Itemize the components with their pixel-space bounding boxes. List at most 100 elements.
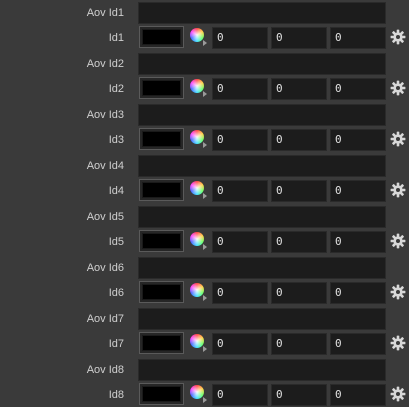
aov-row: Aov Id5 <box>0 205 409 229</box>
aov-label: Aov Id6 <box>86 262 124 274</box>
id-value-b-field[interactable]: 0 <box>330 282 386 304</box>
id-value-b-field[interactable]: 0 <box>330 78 386 100</box>
id-value-b-field[interactable]: 0 <box>330 129 386 151</box>
aov-row: Aov Id7 <box>0 307 409 331</box>
id-row: Id3 0 0 0 <box>0 128 409 152</box>
id-row: Id8 0 0 0 <box>0 383 409 407</box>
color-swatch-button[interactable] <box>139 383 184 405</box>
color-wheel-icon[interactable] <box>190 28 204 42</box>
aov-row: Aov Id6 <box>0 256 409 280</box>
color-swatch-button[interactable] <box>139 77 184 99</box>
color-wheel-menu-arrow-icon <box>203 142 207 148</box>
color-wheel-menu-arrow-icon <box>203 91 207 97</box>
color-wheel-icon[interactable] <box>190 385 204 399</box>
aov-row: Aov Id4 <box>0 154 409 178</box>
aov-label: Aov Id8 <box>86 364 124 376</box>
id-value-r-field[interactable]: 0 <box>212 78 268 100</box>
aov-row: Aov Id8 <box>0 358 409 382</box>
color-wheel-icon[interactable] <box>190 334 204 348</box>
color-wheel-menu-arrow-icon <box>203 40 207 46</box>
color-wheel-icon[interactable] <box>190 79 204 93</box>
color-wheel-menu-arrow-icon <box>203 193 207 199</box>
gear-icon[interactable] <box>390 29 406 45</box>
aov-label: Aov Id1 <box>86 7 124 19</box>
id-row: Id2 0 0 0 <box>0 77 409 101</box>
color-swatch <box>142 80 181 96</box>
id-label: Id2 <box>108 83 124 95</box>
aov-name-field[interactable] <box>138 2 386 24</box>
color-swatch <box>142 386 181 402</box>
id-value-g-field[interactable]: 0 <box>271 333 327 355</box>
id-value-r-field[interactable]: 0 <box>212 180 268 202</box>
id-value-r-field[interactable]: 0 <box>212 333 268 355</box>
id-label: Id1 <box>108 32 124 44</box>
aov-name-field[interactable] <box>138 53 386 75</box>
aov-label: Aov Id2 <box>86 58 124 70</box>
id-row: Id5 0 0 0 <box>0 230 409 254</box>
color-wheel-menu-arrow-icon <box>203 397 207 403</box>
id-value-b-field[interactable]: 0 <box>330 180 386 202</box>
color-wheel-menu-arrow-icon <box>203 346 207 352</box>
aov-label: Aov Id5 <box>86 211 124 223</box>
gear-icon[interactable] <box>390 131 406 147</box>
color-swatch-button[interactable] <box>139 179 184 201</box>
aov-row: Aov Id2 <box>0 52 409 76</box>
aov-name-field[interactable] <box>138 206 386 228</box>
aov-row: Aov Id1 <box>0 1 409 25</box>
color-swatch <box>142 335 181 351</box>
id-value-g-field[interactable]: 0 <box>271 27 327 49</box>
id-value-g-field[interactable]: 0 <box>271 231 327 253</box>
gear-icon[interactable] <box>390 386 406 402</box>
aov-row: Aov Id3 <box>0 103 409 127</box>
color-swatch-button[interactable] <box>139 26 184 48</box>
id-value-g-field[interactable]: 0 <box>271 180 327 202</box>
aov-name-field[interactable] <box>138 359 386 381</box>
color-swatch-button[interactable] <box>139 230 184 252</box>
id-row: Id7 0 0 0 <box>0 332 409 356</box>
gear-icon[interactable] <box>390 335 406 351</box>
color-swatch <box>142 233 181 249</box>
id-row: Id1 0 0 0 <box>0 26 409 50</box>
color-wheel-icon[interactable] <box>190 181 204 195</box>
aov-name-field[interactable] <box>138 104 386 126</box>
id-value-g-field[interactable]: 0 <box>271 282 327 304</box>
id-row: Id4 0 0 0 <box>0 179 409 203</box>
id-row: Id6 0 0 0 <box>0 281 409 305</box>
color-wheel-menu-arrow-icon <box>203 244 207 250</box>
id-label: Id8 <box>108 389 124 401</box>
id-label: Id5 <box>108 236 124 248</box>
color-wheel-menu-arrow-icon <box>203 295 207 301</box>
color-swatch <box>142 182 181 198</box>
id-value-r-field[interactable]: 0 <box>212 231 268 253</box>
gear-icon[interactable] <box>390 233 406 249</box>
color-swatch-button[interactable] <box>139 281 184 303</box>
aov-label: Aov Id3 <box>86 109 124 121</box>
id-value-r-field[interactable]: 0 <box>212 129 268 151</box>
gear-icon[interactable] <box>390 182 406 198</box>
color-wheel-icon[interactable] <box>190 130 204 144</box>
id-label: Id4 <box>108 185 124 197</box>
gear-icon[interactable] <box>390 284 406 300</box>
id-value-g-field[interactable]: 0 <box>271 78 327 100</box>
aov-label: Aov Id7 <box>86 313 124 325</box>
aov-name-field[interactable] <box>138 155 386 177</box>
id-value-b-field[interactable]: 0 <box>330 333 386 355</box>
color-swatch <box>142 131 181 147</box>
color-wheel-icon[interactable] <box>190 232 204 246</box>
id-value-b-field[interactable]: 0 <box>330 231 386 253</box>
color-swatch <box>142 29 181 45</box>
id-value-g-field[interactable]: 0 <box>271 129 327 151</box>
gear-icon[interactable] <box>390 80 406 96</box>
color-swatch-button[interactable] <box>139 332 184 354</box>
color-swatch <box>142 284 181 300</box>
color-swatch-button[interactable] <box>139 128 184 150</box>
color-wheel-icon[interactable] <box>190 283 204 297</box>
id-value-b-field[interactable]: 0 <box>330 27 386 49</box>
aov-name-field[interactable] <box>138 257 386 279</box>
id-label: Id7 <box>108 338 124 350</box>
id-label: Id3 <box>108 134 124 146</box>
aov-name-field[interactable] <box>138 308 386 330</box>
aov-label: Aov Id4 <box>86 160 124 172</box>
id-value-r-field[interactable]: 0 <box>212 282 268 304</box>
id-value-r-field[interactable]: 0 <box>212 27 268 49</box>
